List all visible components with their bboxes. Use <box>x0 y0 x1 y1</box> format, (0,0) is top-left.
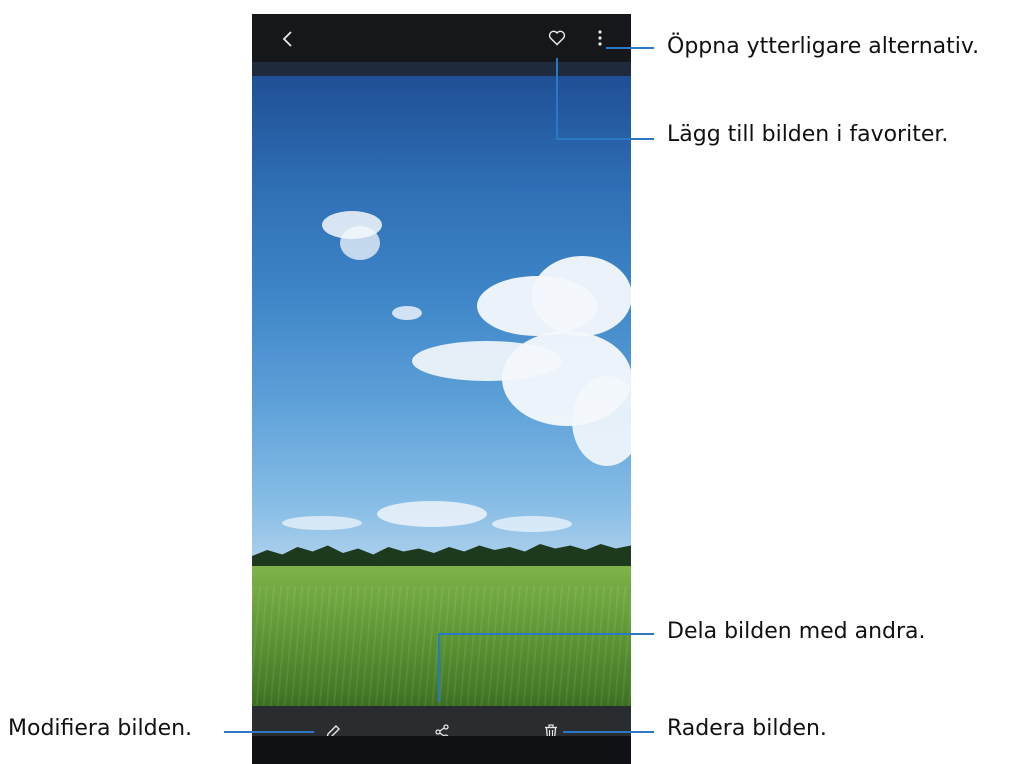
heart-icon[interactable] <box>543 24 571 52</box>
photo-image[interactable] <box>252 76 631 706</box>
callout-more-options: Öppna ytterligare alternativ. <box>667 34 980 59</box>
callout-line-favorite-vertical <box>556 58 558 139</box>
callout-share: Dela bilden med andra. <box>667 619 926 644</box>
cloud <box>392 306 422 320</box>
callout-line-share-horizontal <box>438 633 654 635</box>
cloud <box>340 226 380 260</box>
cloud <box>532 256 631 336</box>
cloud <box>377 501 487 527</box>
photo-viewer-screen <box>252 14 631 764</box>
cloud <box>492 516 572 532</box>
grass-texture <box>252 586 631 706</box>
callout-line-delete <box>563 731 654 733</box>
callout-edit: Modifiera bilden. <box>8 716 193 741</box>
callout-delete: Radera bilden. <box>667 716 827 741</box>
back-icon[interactable] <box>274 25 302 53</box>
tree-line <box>252 544 631 568</box>
callout-line-favorite-horizontal <box>556 138 654 140</box>
callout-line-share-vertical <box>438 633 440 702</box>
callout-line-edit <box>224 731 314 733</box>
top-strip <box>252 62 631 76</box>
top-toolbar <box>252 14 631 62</box>
cloud <box>572 376 631 466</box>
callout-line-more <box>606 47 654 49</box>
cloud <box>282 516 362 530</box>
navigation-area <box>252 736 631 764</box>
callout-favorite: Lägg till bilden i favoriter. <box>667 122 949 147</box>
